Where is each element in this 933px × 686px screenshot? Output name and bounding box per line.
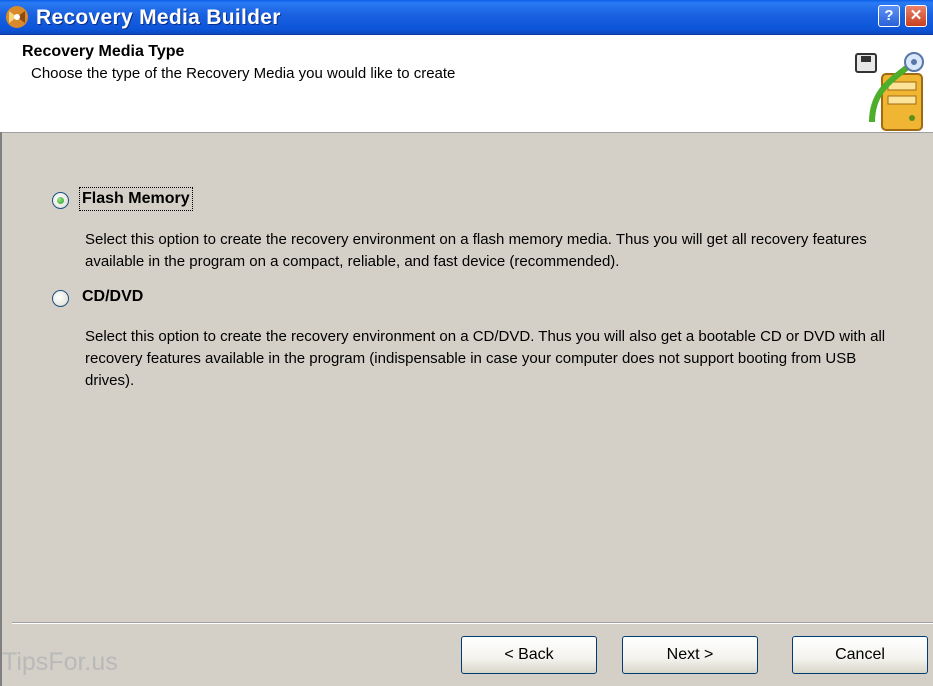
title-bar[interactable]: Recovery Media Builder ? ✕ [0,0,933,35]
close-button[interactable]: ✕ [905,5,927,27]
flash-memory-radio[interactable] [52,192,69,209]
media-drive-icon [855,52,924,131]
flash-memory-description: Select this option to create the recover… [85,231,867,270]
wizard-app-icon [6,6,28,28]
cd-dvd-label[interactable]: CD/DVD [82,288,143,306]
cancel-button[interactable]: Cancel [792,636,928,674]
left-border [0,132,2,686]
help-button[interactable]: ? [878,5,900,27]
watermark-text: TipsFor.us [2,648,118,676]
button-divider [12,622,933,624]
cd-dvd-radio[interactable] [52,290,69,307]
flash-memory-label[interactable]: Flash Memory [79,187,193,211]
help-icon: ? [884,7,894,24]
window-title: Recovery Media Builder [36,6,281,29]
back-button[interactable]: < Back [461,636,597,674]
page-title: Recovery Media Type [22,43,185,60]
close-icon: ✕ [909,7,923,24]
page-subtitle: Choose the type of the Recovery Media yo… [31,65,456,82]
cd-dvd-description: Select this option to create the recover… [85,328,886,389]
next-button[interactable]: Next > [622,636,758,674]
